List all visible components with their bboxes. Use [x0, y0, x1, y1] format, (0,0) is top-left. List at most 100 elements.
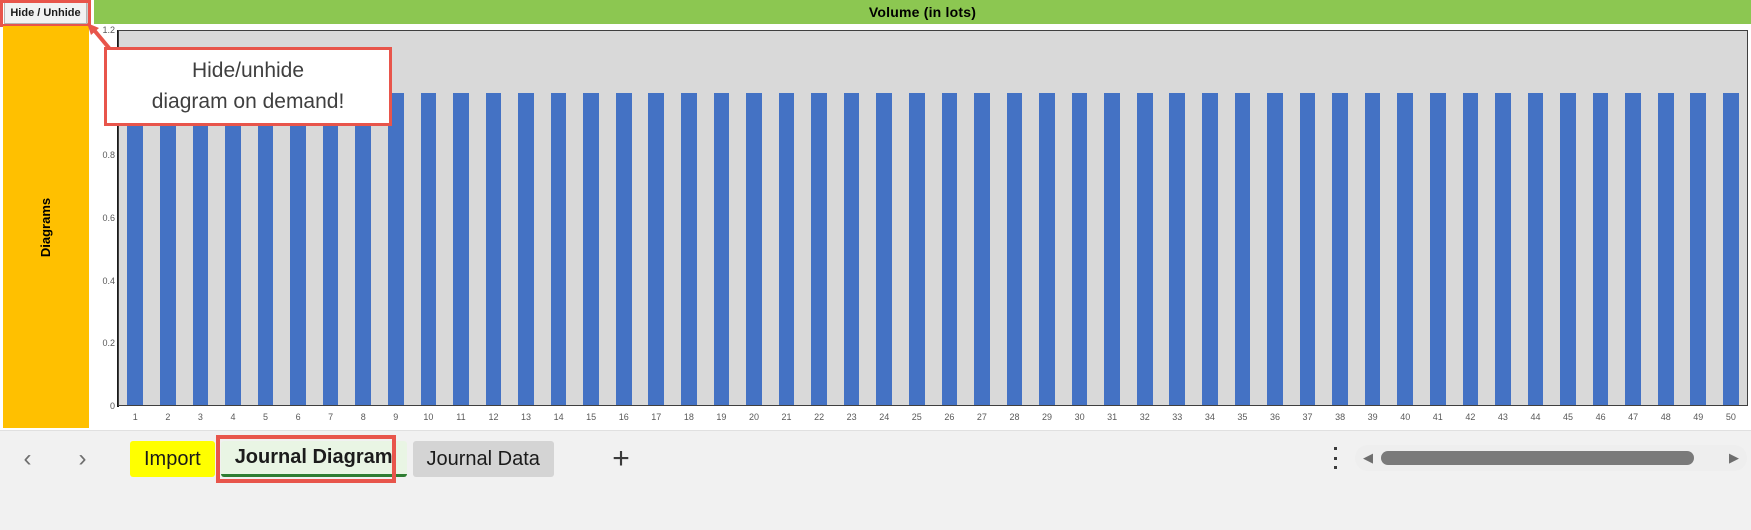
bar[interactable]	[1690, 93, 1707, 405]
bar[interactable]	[225, 93, 241, 405]
bar[interactable]	[1657, 93, 1674, 405]
hide-unhide-button[interactable]: Hide / Unhide	[4, 1, 87, 24]
bar-slot	[803, 31, 836, 405]
diagrams-sidebar[interactable]: Diagrams	[3, 26, 89, 428]
bar[interactable]	[778, 93, 795, 405]
x-axis-tick: 22	[814, 412, 825, 422]
scroll-right-icon[interactable]: ▶	[1721, 445, 1747, 471]
bar[interactable]	[550, 93, 567, 405]
bar-slot	[835, 31, 868, 405]
bar[interactable]	[1104, 93, 1120, 405]
bar[interactable]	[322, 93, 339, 405]
x-axis-tick: 42	[1465, 412, 1476, 422]
bar[interactable]	[1299, 93, 1316, 405]
bar[interactable]	[908, 93, 925, 405]
hide-unhide-label: Hide / Unhide	[10, 6, 81, 19]
bar[interactable]	[1625, 93, 1641, 405]
next-sheet-icon[interactable]: ›	[55, 437, 110, 481]
prev-sheet-icon[interactable]: ‹	[0, 437, 55, 481]
bar[interactable]	[1006, 93, 1023, 405]
bar[interactable]	[453, 93, 469, 405]
sheet-tab-journal-diagram[interactable]: Journal Diagram	[220, 441, 407, 477]
bar[interactable]	[1462, 93, 1479, 405]
x-axis-tick: 47	[1628, 412, 1639, 422]
bar[interactable]	[1136, 93, 1153, 405]
bar-slot	[1682, 31, 1715, 405]
bar[interactable]	[1071, 93, 1088, 405]
bar-slot	[1454, 31, 1487, 405]
bar[interactable]	[518, 93, 534, 405]
bar[interactable]	[1234, 93, 1251, 405]
bar-slot	[1617, 31, 1650, 405]
bar[interactable]	[648, 93, 665, 405]
x-axis-tick: 45	[1563, 412, 1574, 422]
bar[interactable]	[843, 93, 860, 405]
bar[interactable]	[1397, 93, 1414, 405]
bar[interactable]	[1364, 93, 1381, 405]
x-axis-tick: 14	[553, 412, 564, 422]
sheet-tab-label: Journal Data	[426, 447, 540, 470]
bar[interactable]	[160, 93, 176, 405]
more-options-icon[interactable]	[1327, 444, 1343, 472]
bar[interactable]	[876, 93, 893, 405]
bar[interactable]	[1495, 93, 1511, 405]
x-axis-tick: 10	[423, 412, 434, 422]
bar-slot	[770, 31, 803, 405]
bar[interactable]	[192, 93, 209, 405]
scroll-left-icon[interactable]: ◀	[1355, 445, 1381, 471]
bar[interactable]	[355, 93, 372, 405]
sheet-tab-import[interactable]: Import	[130, 441, 215, 477]
bar[interactable]	[290, 93, 306, 405]
bar[interactable]	[941, 93, 958, 405]
x-axis-tick: 26	[944, 412, 955, 422]
scrollbar-thumb[interactable]	[1381, 451, 1694, 465]
bar[interactable]	[615, 93, 632, 405]
bar[interactable]	[1560, 93, 1576, 405]
bar[interactable]	[1429, 93, 1446, 405]
bar-slot	[1552, 31, 1585, 405]
bar[interactable]	[387, 93, 404, 405]
y-axis-tick: 0.6	[102, 213, 115, 223]
bar-slot	[1649, 31, 1682, 405]
top-bar: Hide / Unhide Volume (in lots)	[0, 0, 1751, 27]
x-axis-tick: 40	[1400, 412, 1411, 422]
x-axis-tick: 44	[1530, 412, 1541, 422]
bar[interactable]	[811, 93, 827, 405]
x-axis-tick: 13	[521, 412, 532, 422]
bar[interactable]	[485, 93, 502, 405]
bar[interactable]	[1592, 93, 1609, 405]
x-axis-tick: 31	[1107, 412, 1118, 422]
bar[interactable]	[1039, 93, 1055, 405]
bar[interactable]	[713, 93, 730, 405]
bar[interactable]	[1267, 93, 1283, 405]
horizontal-scrollbar[interactable]: ◀ ▶	[1355, 445, 1747, 471]
bar[interactable]	[257, 93, 274, 405]
bar-slot	[673, 31, 706, 405]
bar-slot	[1194, 31, 1227, 405]
bar-slot	[1487, 31, 1520, 405]
bar[interactable]	[974, 93, 990, 405]
scrollbar-track[interactable]	[1381, 445, 1721, 471]
x-axis-tick: 12	[488, 412, 499, 422]
x-axis-tick: 6	[295, 412, 301, 422]
bar[interactable]	[420, 93, 437, 405]
add-sheet-button[interactable]: +	[601, 439, 641, 479]
bar[interactable]	[1332, 93, 1348, 405]
bar[interactable]	[1527, 93, 1544, 405]
bar[interactable]	[1169, 93, 1186, 405]
bar[interactable]	[746, 93, 762, 405]
bar[interactable]	[1723, 93, 1739, 405]
x-axis-tick: 29	[1042, 412, 1053, 422]
sheet-tab-bar: ‹ › Import Journal Diagram Journal Data + …	[0, 430, 1751, 530]
sidebar-item-label: Diagrams	[38, 197, 54, 257]
bar-slot	[933, 31, 966, 405]
bar[interactable]	[583, 93, 599, 405]
bar[interactable]	[681, 93, 697, 405]
bar-slot	[445, 31, 478, 405]
bar[interactable]	[1202, 93, 1218, 405]
bar-slot	[1128, 31, 1161, 405]
bar-slot	[868, 31, 901, 405]
bar-slot	[998, 31, 1031, 405]
bar[interactable]	[127, 93, 144, 405]
sheet-tab-journal-data[interactable]: Journal Data	[412, 441, 554, 477]
